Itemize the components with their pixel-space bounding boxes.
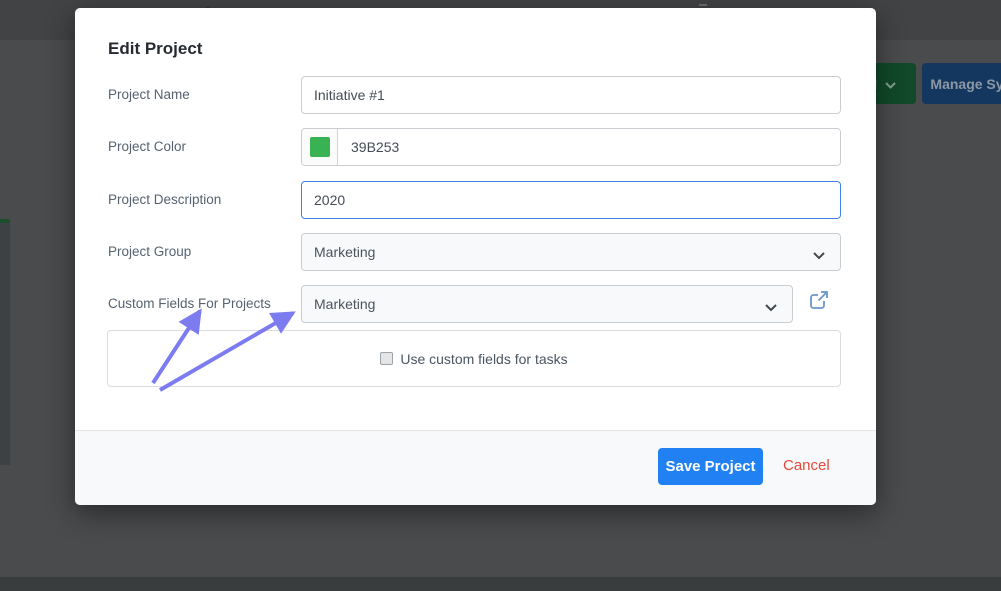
color-swatch <box>310 137 330 157</box>
custom-fields-value: Marketing <box>314 296 375 312</box>
chevron-down-icon <box>885 76 896 92</box>
external-link-icon[interactable] <box>809 290 829 310</box>
background-manage-button[interactable]: Manage Sy <box>922 63 1001 104</box>
custom-fields-label: Custom Fields For Projects <box>108 296 271 311</box>
project-description-label: Project Description <box>108 192 221 207</box>
modal-title: Edit Project <box>108 39 202 59</box>
manage-button-label: Manage Sy <box>930 76 1001 92</box>
dash-icon <box>699 4 707 6</box>
project-color-group <box>301 128 841 166</box>
custom-fields-tasks-card: Use custom fields for tasks <box>107 330 841 387</box>
project-color-label: Project Color <box>108 139 186 154</box>
project-color-input[interactable] <box>338 129 840 165</box>
cancel-button[interactable]: Cancel <box>783 457 830 474</box>
chevron-down-icon <box>765 299 777 315</box>
edit-project-modal: Edit Project Project Name Project Color … <box>75 8 876 505</box>
project-group-select[interactable]: Marketing <box>301 233 841 271</box>
color-swatch-addon[interactable] <box>302 129 338 165</box>
chevron-down-icon <box>813 247 825 263</box>
modal-footer: Save Project Cancel <box>75 430 876 505</box>
custom-fields-select[interactable]: Marketing <box>301 285 793 323</box>
project-description-input[interactable] <box>301 181 841 219</box>
project-group-value: Marketing <box>314 244 375 260</box>
project-name-input[interactable] <box>301 76 841 114</box>
use-custom-fields-checkbox[interactable] <box>380 352 393 365</box>
background-card-edge <box>0 219 10 465</box>
use-custom-fields-label: Use custom fields for tasks <box>400 351 567 367</box>
project-group-label: Project Group <box>108 244 191 259</box>
save-project-button[interactable]: Save Project <box>658 448 763 485</box>
project-name-label: Project Name <box>108 87 190 102</box>
background-bottom-bar <box>0 577 1001 591</box>
